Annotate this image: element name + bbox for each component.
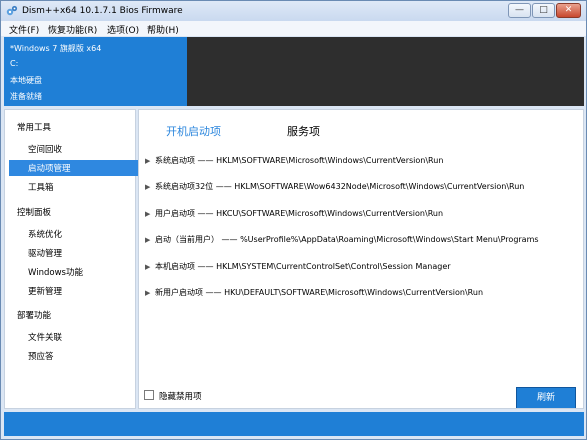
entry-label: 系统启动项 —— HKLM\SOFTWARE\Microsoft\Windows… (155, 156, 444, 165)
startup-entry-user[interactable]: ▶ 用户启动项 —— HKCU\SOFTWARE\Microsoft\Window… (145, 208, 443, 220)
session-list-area (187, 37, 584, 106)
tab-startup-items[interactable]: 开机启动项 (166, 123, 221, 139)
sidebar-item-windows-features[interactable]: Windows功能 (9, 264, 139, 280)
close-button[interactable]: ✕ (556, 3, 581, 18)
menu-help[interactable]: 帮助(H) (147, 23, 179, 36)
entry-label: 用户启动项 —— HKCU\SOFTWARE\Microsoft\Windows… (155, 209, 444, 218)
startup-entry-local-machine[interactable]: ▶ 本机启动项 —— HKLM\SYSTEM\CurrentControlSet\… (145, 261, 451, 273)
startup-entry-system-32bit[interactable]: ▶ 系统启动项32位 —— HKLM\SOFTWARE\Wow6432Node\M… (145, 181, 524, 193)
menu-bar: 文件(F) 恢复功能(R) 选项(O) 帮助(H) (1, 21, 586, 36)
sidebar-item-file-association[interactable]: 文件关联 (9, 329, 139, 345)
entry-label: 本机启动项 —— HKLM\SYSTEM\CurrentControlSet\C… (155, 262, 451, 271)
status-bar (4, 412, 584, 436)
sidebar-item-startup-manager[interactable]: 启动项管理 (9, 160, 139, 176)
menu-options[interactable]: 选项(O) (107, 23, 139, 36)
expand-arrow-icon[interactable]: ▶ (145, 157, 155, 165)
startup-entry-system[interactable]: ▶ 系统启动项 —— HKLM\SOFTWARE\Microsoft\Window… (145, 155, 443, 167)
sidebar-item-update-manager[interactable]: 更新管理 (9, 283, 139, 299)
sidebar-item-label: 更新管理 (28, 287, 63, 297)
minimize-button[interactable]: — (508, 3, 531, 18)
refresh-button[interactable]: 刷新 (516, 387, 576, 408)
disk-type: 本地硬盘 (10, 76, 42, 85)
startup-manager-panel: 开机启动项 服务项 ▶ 系统启动项 —— HKLM\SOFTWARE\Micros… (138, 109, 584, 409)
window-title: Dism++x64 10.1.7.1 Bios Firmware (22, 6, 183, 16)
sidebar-item-toolbox[interactable]: 工具箱 (9, 179, 139, 195)
app-gear-icon (6, 5, 18, 16)
startup-entry-new-user[interactable]: ▶ 新用户启动项 —— HKU\DEFAULT\SOFTWARE\Microsof… (145, 287, 483, 299)
app-window: Dism++x64 10.1.7.1 Bios Firmware — □ ✕ 文… (0, 0, 587, 440)
entry-label: 启动（当前用户） —— %UserProfile%\AppData\Roamin… (155, 235, 539, 244)
sidebar-group-control-panel: 控制面板 (17, 208, 52, 218)
menu-file[interactable]: 文件(F) (9, 23, 39, 36)
entry-label: 系统启动项32位 —— HKLM\SOFTWARE\Wow6432Node\Mi… (155, 182, 525, 191)
sidebar: 常用工具 空间回收 启动项管理 工具箱 控制面板 系统优化 驱动管理 Windo… (4, 109, 139, 409)
expand-arrow-icon[interactable]: ▶ (145, 263, 155, 271)
sidebar-item-label: 启动项管理 (28, 164, 71, 174)
sidebar-item-answer-file[interactable]: 预应答 (9, 348, 139, 364)
sidebar-item-label: Windows功能 (28, 268, 83, 278)
sidebar-item-label: 空间回收 (28, 145, 63, 155)
sidebar-group-deployment: 部署功能 (17, 311, 52, 321)
expand-arrow-icon[interactable]: ▶ (145, 289, 155, 297)
startup-entry-current-user-folder[interactable]: ▶ 启动（当前用户） —— %UserProfile%\AppData\Roami… (145, 234, 539, 246)
maximize-button[interactable]: □ (532, 3, 555, 18)
sidebar-item-label: 驱动管理 (28, 249, 63, 259)
sidebar-item-label: 文件关联 (28, 333, 63, 343)
entry-label: 新用户启动项 —— HKU\DEFAULT\SOFTWARE\Microsoft… (155, 288, 484, 297)
expand-arrow-icon[interactable]: ▶ (145, 210, 155, 218)
hide-disabled-label: 隐藏禁用项 (159, 392, 202, 402)
drive-letter: C: (10, 59, 19, 68)
sidebar-item-label: 预应答 (28, 352, 54, 362)
sidebar-group-common-tools: 常用工具 (17, 123, 52, 133)
ready-status: 准备就绪 (10, 92, 42, 101)
sidebar-item-label: 工具箱 (28, 183, 54, 193)
tab-services[interactable]: 服务项 (287, 123, 320, 139)
menu-restore[interactable]: 恢复功能(R) (48, 23, 97, 36)
expand-arrow-icon[interactable]: ▶ (145, 236, 155, 244)
expand-arrow-icon[interactable]: ▶ (145, 183, 155, 191)
sidebar-item-label: 系统优化 (28, 230, 63, 240)
os-name: *Windows 7 旗舰版 x64 (10, 44, 102, 53)
sidebar-item-space-cleanup[interactable]: 空间回收 (9, 141, 139, 157)
hide-disabled-checkbox[interactable] (144, 390, 154, 400)
session-status-panel[interactable]: *Windows 7 旗舰版 x64 C: 本地硬盘 准备就绪 (4, 37, 187, 106)
sidebar-item-system-optimize[interactable]: 系统优化 (9, 226, 139, 242)
sidebar-item-driver-manager[interactable]: 驱动管理 (9, 245, 139, 261)
title-bar[interactable]: Dism++x64 10.1.7.1 Bios Firmware — □ ✕ (1, 1, 586, 21)
